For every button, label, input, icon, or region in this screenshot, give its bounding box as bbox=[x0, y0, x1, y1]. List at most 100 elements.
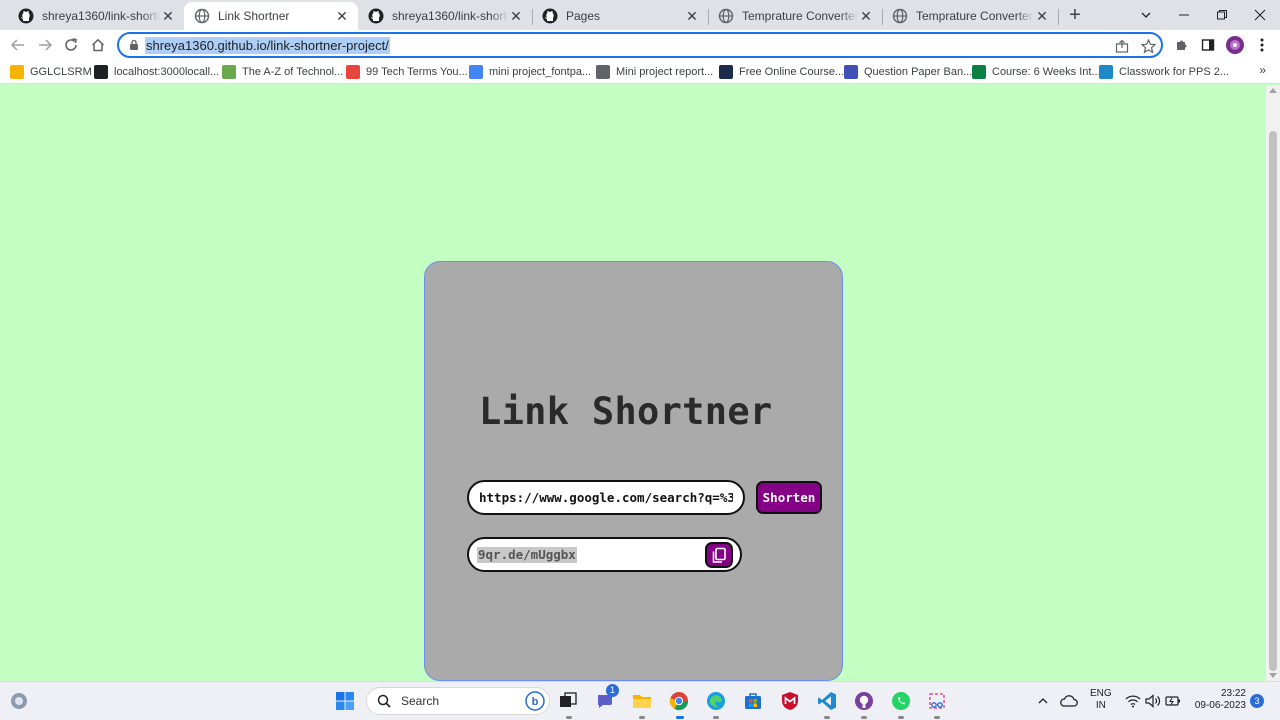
browser-tab[interactable]: shreya1360/link-shortner-project✕ bbox=[358, 2, 533, 30]
bookmark-label: Question Paper Ban... bbox=[864, 66, 973, 78]
window-close-icon[interactable] bbox=[1242, 0, 1278, 30]
bookmark-item[interactable]: 99 Tech Terms You... bbox=[346, 63, 468, 81]
browser-tab[interactable]: shreya1360/link-shortner-project✕ bbox=[8, 2, 184, 30]
clock-time: 23:22 bbox=[1220, 688, 1246, 699]
browser-tab[interactable]: Link Shortner ✕ bbox=[184, 2, 358, 30]
bookmarks-bar: GGLCLSRM localhost:3000locall... The A-Z o… bbox=[0, 60, 1280, 84]
bookmark-label: 99 Tech Terms You... bbox=[366, 66, 468, 78]
restore-icon[interactable] bbox=[1204, 0, 1240, 30]
bookmark-item[interactable]: mini project_fontpa... bbox=[469, 63, 591, 81]
weather-icon[interactable] bbox=[8, 690, 30, 712]
chat-icon[interactable]: 1 bbox=[594, 684, 619, 712]
vscode-indicator bbox=[824, 716, 830, 719]
scroll-down-icon[interactable] bbox=[1269, 673, 1277, 678]
mcafee-icon[interactable] bbox=[779, 690, 801, 712]
browser-tab[interactable]: Pages ✕ bbox=[532, 2, 709, 30]
globe-icon bbox=[892, 8, 908, 24]
page-title: Link Shortner bbox=[479, 390, 773, 433]
scrollbar-thumb[interactable] bbox=[1269, 131, 1277, 671]
bookmark-favicon-icon bbox=[94, 65, 108, 79]
close-icon[interactable]: ✕ bbox=[334, 8, 350, 24]
tab-search-icon[interactable] bbox=[1128, 0, 1164, 30]
browser-tab[interactable]: Temprature Converter ✕ bbox=[882, 2, 1059, 30]
long-url-input[interactable] bbox=[467, 480, 745, 515]
onedrive-icon[interactable] bbox=[1058, 690, 1080, 712]
page-scrollbar[interactable] bbox=[1266, 85, 1280, 681]
vscode-icon[interactable] bbox=[816, 690, 838, 712]
notification-badge[interactable]: 3 bbox=[1250, 694, 1264, 708]
close-icon[interactable]: ✕ bbox=[684, 8, 700, 24]
bookmark-label: Classwork for PPS 2... bbox=[1119, 66, 1230, 78]
bookmark-label: Free Online Course... bbox=[739, 66, 845, 78]
bookmark-label: localhost:3000locall... bbox=[114, 66, 220, 78]
reload-icon[interactable] bbox=[61, 35, 81, 55]
bookmark-item[interactable]: Classwork for PPS 2... bbox=[1099, 63, 1229, 81]
close-icon[interactable]: ✕ bbox=[858, 8, 874, 24]
scroll-up-icon[interactable] bbox=[1269, 88, 1277, 93]
language-indicator[interactable]: ENG IN bbox=[1090, 688, 1112, 712]
bookmark-favicon-icon bbox=[719, 65, 733, 79]
chrome-active-indicator bbox=[676, 716, 684, 719]
copy-button[interactable] bbox=[705, 542, 733, 568]
bookmarks-overflow-button[interactable]: » bbox=[1259, 63, 1266, 77]
home-icon[interactable] bbox=[88, 35, 108, 55]
bookmark-item[interactable]: Free Online Course... bbox=[719, 63, 844, 81]
bookmark-item[interactable]: The A-Z of Technol... bbox=[222, 63, 343, 81]
extensions-icon[interactable] bbox=[1172, 35, 1192, 55]
bookmark-item[interactable]: Course: 6 Weeks Int... bbox=[972, 63, 1101, 81]
side-panel-icon[interactable] bbox=[1198, 35, 1218, 55]
bookmark-item[interactable]: GGLCLSRM bbox=[10, 63, 92, 81]
bookmark-favicon-icon bbox=[469, 65, 483, 79]
store-icon[interactable] bbox=[742, 690, 764, 712]
bookmark-favicon-icon bbox=[972, 65, 986, 79]
kebab-menu-icon[interactable] bbox=[1252, 35, 1272, 55]
page-viewport: Link Shortner Shorten 9qr.de/mUggbx bbox=[0, 85, 1280, 681]
browser-tab-title: Temprature Converter bbox=[916, 9, 1033, 23]
new-tab-button[interactable]: + bbox=[1064, 4, 1086, 26]
taskbar-search-box[interactable]: Search b bbox=[366, 687, 550, 715]
share-icon[interactable] bbox=[1113, 37, 1131, 55]
bookmark-label: mini project_fontpa... bbox=[489, 66, 592, 78]
start-windows-icon[interactable] bbox=[334, 690, 356, 712]
snipping-indicator bbox=[934, 716, 940, 719]
forward-arrow-icon[interactable] bbox=[35, 35, 55, 55]
chrome-icon[interactable] bbox=[668, 690, 690, 712]
bookmark-item[interactable]: localhost:3000locall... bbox=[94, 63, 219, 81]
wifi-icon[interactable] bbox=[1122, 690, 1144, 712]
profile-avatar[interactable] bbox=[1225, 35, 1245, 55]
edge-indicator bbox=[713, 716, 719, 719]
address-bar[interactable]: shreya1360.github.io/link-shortner-proje… bbox=[117, 32, 1163, 58]
shortener-card: Link Shortner Shorten 9qr.de/mUggbx bbox=[424, 261, 843, 681]
github-desktop-icon[interactable] bbox=[853, 690, 875, 712]
close-icon[interactable]: ✕ bbox=[160, 8, 176, 24]
address-text[interactable]: shreya1360.github.io/link-shortner-proje… bbox=[145, 37, 390, 54]
browser-tab-title: shreya1360/link-shortner-project bbox=[42, 9, 160, 23]
task-view-icon[interactable] bbox=[557, 690, 579, 712]
bookmark-item[interactable]: Question Paper Ban... bbox=[844, 63, 972, 81]
star-icon[interactable] bbox=[1139, 37, 1157, 55]
clock[interactable]: 23:22 09-06-2023 bbox=[1186, 688, 1246, 712]
bookmark-item[interactable]: Mini project report... bbox=[596, 63, 713, 81]
bing-icon: b bbox=[525, 691, 545, 711]
tray-overflow-chevron-icon[interactable] bbox=[1032, 690, 1054, 712]
whatsapp-icon[interactable] bbox=[890, 690, 912, 712]
close-icon[interactable]: ✕ bbox=[508, 8, 524, 24]
volume-icon[interactable] bbox=[1142, 690, 1164, 712]
short-url-box: 9qr.de/mUggbx bbox=[467, 537, 742, 572]
shorten-button[interactable]: Shorten bbox=[756, 481, 822, 514]
browser-toolbar: shreya1360.github.io/link-shortner-proje… bbox=[0, 30, 1280, 60]
battery-icon[interactable] bbox=[1162, 690, 1184, 712]
back-arrow-icon[interactable] bbox=[8, 35, 28, 55]
close-icon[interactable]: ✕ bbox=[1034, 8, 1050, 24]
browser-tab[interactable]: Temprature Converter ✕ bbox=[708, 2, 883, 30]
edge-icon[interactable] bbox=[705, 690, 727, 712]
explorer-indicator bbox=[639, 716, 645, 719]
file-explorer-icon[interactable] bbox=[631, 690, 653, 712]
minimize-icon[interactable] bbox=[1166, 0, 1202, 30]
browser-tab-title: Link Shortner bbox=[218, 9, 290, 23]
snipping-tool-icon[interactable] bbox=[926, 690, 948, 712]
globe-icon bbox=[194, 8, 210, 24]
bookmark-label: Course: 6 Weeks Int... bbox=[992, 66, 1101, 78]
short-url-text[interactable]: 9qr.de/mUggbx bbox=[477, 547, 577, 563]
tab-separator bbox=[1058, 9, 1059, 25]
